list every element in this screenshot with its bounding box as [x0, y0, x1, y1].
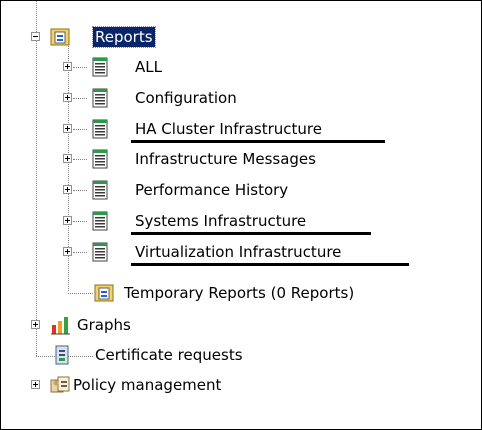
tree-node-report-item[interactable]: Performance History: [63, 176, 473, 206]
folder-icon: [61, 0, 83, 7]
report-sheet-icon: [92, 180, 108, 200]
tree-label-graphs: Graphs: [77, 316, 131, 334]
tree-line: [36, 1, 37, 356]
annotation-underline: [131, 232, 371, 235]
tree-label-report-item: Performance History: [135, 181, 289, 199]
report-sheet-icon: [92, 57, 108, 77]
tree-label-report-item: Virtualization Infrastructure: [135, 243, 342, 261]
tree-label-reports: Reports: [92, 26, 156, 48]
tree-node-policy-management[interactable]: Policy management: [31, 371, 351, 401]
expand-toggle[interactable]: [63, 62, 72, 71]
annotation-underline: [131, 140, 385, 143]
expand-toggle[interactable]: [63, 124, 72, 133]
tree-label-policy-management: Policy management: [73, 376, 222, 394]
tree-node-report-item[interactable]: Infrastructure Messages: [63, 145, 473, 175]
expand-toggle[interactable]: [63, 154, 72, 163]
report-sheet-icon: [92, 88, 108, 108]
expand-toggle[interactable]: [63, 93, 72, 102]
navigation-tree: Reports ALL Configuration HA Cluster Infra…: [0, 0, 482, 430]
expand-toggle[interactable]: [31, 380, 40, 389]
tree-line: [73, 252, 87, 253]
report-sheet-icon: [92, 149, 108, 169]
tree-label-report-item: Systems Infrastructure: [135, 212, 307, 230]
expand-toggle[interactable]: [63, 247, 72, 256]
tree-label-report-item: ALL: [135, 58, 162, 76]
tree-line: [73, 67, 87, 68]
policy-icon: [50, 376, 70, 393]
tree-node-reports[interactable]: Reports: [31, 23, 331, 53]
tree-label-temporary-reports: Temporary Reports (0 Reports): [124, 284, 355, 302]
temporary-report-icon: [94, 284, 114, 302]
report-sheet-icon: [92, 119, 108, 139]
certificate-icon: [55, 345, 69, 365]
collapse-toggle[interactable]: [31, 32, 40, 41]
report-folder-icon: [50, 28, 70, 46]
report-sheet-icon: [92, 211, 108, 231]
tree-label-report-item: HA Cluster Infrastructure: [135, 120, 322, 138]
tree-line: [73, 98, 87, 99]
tree-node-temporary-reports[interactable]: Temporary Reports (0 Reports): [93, 279, 473, 309]
annotation-underline: [131, 263, 409, 266]
tree-node-certificate-requests[interactable]: Certificate requests: [31, 341, 331, 371]
tree-label-report-item: Infrastructure Messages: [135, 150, 316, 168]
expand-toggle[interactable]: [31, 320, 40, 329]
tree-line: [73, 129, 87, 130]
report-sheet-icon: [92, 242, 108, 262]
tree-label-certificate-requests: Certificate requests: [95, 346, 243, 364]
tree-node-graphs[interactable]: Graphs: [31, 311, 331, 341]
expand-toggle[interactable]: [63, 185, 72, 194]
tree-line: [73, 190, 87, 191]
graphs-icon: [51, 317, 70, 335]
tree-line: [73, 221, 87, 222]
expand-toggle[interactable]: [63, 216, 72, 225]
tree-node-partial: [61, 0, 261, 11]
tree-line: [73, 159, 87, 160]
tree-node-report-item[interactable]: ALL: [63, 53, 473, 83]
tree-label-report-item: Configuration: [135, 89, 237, 107]
tree-node-report-item[interactable]: Configuration: [63, 84, 473, 114]
tree-line: [68, 293, 93, 294]
